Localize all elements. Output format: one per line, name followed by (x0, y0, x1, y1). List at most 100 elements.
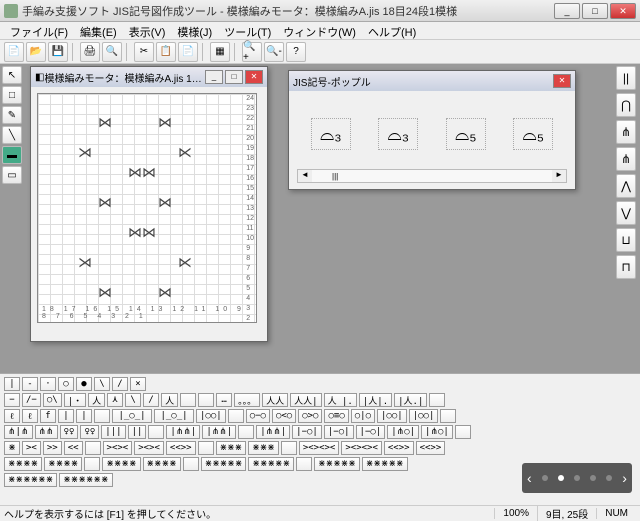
symbol-button[interactable]: 人 |. (324, 393, 357, 407)
sym-r3[interactable]: ⋔ (616, 120, 636, 144)
symbol-button[interactable]: |⋔⋔| (166, 425, 200, 439)
symbol-button[interactable]: \ (94, 377, 110, 391)
symbol-button[interactable]: f (40, 409, 56, 423)
save-button[interactable]: 💾 (48, 42, 68, 62)
copy-button[interactable]: 📋 (156, 42, 176, 62)
menu-表示(V)[interactable]: 表示(V) (123, 22, 172, 39)
symbol-button[interactable]: |○○| (409, 409, 439, 423)
page-dot[interactable] (590, 475, 596, 481)
symbol-button[interactable]: ○≡○ (324, 409, 348, 423)
symbol-button[interactable]: ○\ (43, 393, 62, 407)
symbol-button[interactable]: |人.| (394, 393, 427, 407)
symbol-button[interactable] (281, 441, 297, 455)
scroll-right-icon[interactable]: ► (552, 170, 566, 182)
page-dot[interactable] (606, 475, 612, 481)
symbol-button[interactable]: ⋇⋇⋇ (248, 441, 279, 455)
symbol-button[interactable]: << (64, 441, 83, 455)
minimize-button[interactable]: _ (554, 3, 580, 19)
sym-r7[interactable]: ⊔ (616, 228, 636, 252)
symbol-button[interactable]: |○○| (196, 409, 226, 423)
fill-tool[interactable]: ▬ (2, 146, 22, 164)
close-button[interactable]: ✕ (610, 3, 636, 19)
pattern-grid[interactable]: ⋈ ⋈ ⋊ ⋉ ⋈⋈ ⋈ ⋈ ⋈⋈ ⋊ ⋉ ⋈ ⋈ 24 23 22 21 20… (37, 93, 257, 323)
symbol-button[interactable]: |−○| (324, 425, 354, 439)
symbol-button[interactable]: 人 (88, 393, 105, 407)
symbol-button[interactable]: ||| (101, 425, 125, 439)
symbol-button[interactable]: >> (43, 441, 62, 455)
symbol-button[interactable]: ⋇⋇⋇ (216, 441, 247, 455)
symbol-button[interactable]: >< (22, 441, 41, 455)
erase-tool[interactable]: ▭ (2, 166, 22, 184)
symbol-button[interactable]: |_○_| (112, 409, 152, 423)
page-dot[interactable] (558, 475, 564, 481)
symbol-button[interactable]: |○○| (377, 409, 407, 423)
symbol-button[interactable]: − (4, 393, 20, 407)
editor-min-button[interactable]: _ (205, 70, 223, 84)
symbol-button[interactable]: ○−○ (246, 409, 270, 423)
symbol-button[interactable]: ⋔⋔ (35, 425, 58, 439)
paste-button[interactable]: 📄 (178, 42, 198, 62)
symbol-button[interactable] (440, 409, 456, 423)
symbol-button[interactable]: ⋇⋇⋇⋇ (44, 457, 82, 471)
symbol-button[interactable]: <<>> (384, 441, 414, 455)
select-tool[interactable]: □ (2, 86, 22, 104)
symbol-button[interactable] (180, 393, 196, 407)
symbol-button[interactable] (183, 457, 199, 471)
symbol-button[interactable]: ⋇⋇⋇⋇⋇ (248, 457, 294, 471)
symbol-button[interactable]: ><>< (134, 441, 164, 455)
popup-symbol-2[interactable]: ⌓₃ (378, 118, 418, 150)
menu-ファイル(F)[interactable]: ファイル(F) (4, 22, 74, 39)
symbol-button[interactable]: ⋔|⋔ (4, 425, 33, 439)
symbol-button[interactable] (455, 425, 471, 439)
print-button[interactable]: 🖨 (80, 42, 100, 62)
symbol-button[interactable]: |・ (64, 393, 86, 407)
symbol-button[interactable]: ⋇⋇⋇⋇⋇ (362, 457, 408, 471)
symbol-button[interactable]: / (112, 377, 128, 391)
symbol-button[interactable] (85, 441, 101, 455)
symbol-button[interactable] (94, 409, 110, 423)
symbol-button[interactable]: ><>< (103, 441, 133, 455)
symbol-button[interactable]: 人 (161, 393, 178, 407)
symbol-button[interactable]: ⋏ (107, 393, 123, 407)
editor-close-button[interactable]: ✕ (245, 70, 263, 84)
symbol-button[interactable]: ℓ (22, 409, 38, 423)
maximize-button[interactable]: □ (582, 3, 608, 19)
open-button[interactable]: 📂 (26, 42, 46, 62)
symbol-button[interactable]: ○|○ (351, 409, 375, 423)
symbol-button[interactable]: ⋇⋇⋇⋇⋇ (201, 457, 247, 471)
pointer-tool[interactable]: ↖ (2, 66, 22, 84)
preview-button[interactable]: 🔍 (102, 42, 122, 62)
symbol-button[interactable]: | (4, 377, 20, 391)
menu-ツール(T)[interactable]: ツール(T) (218, 22, 277, 39)
symbol-button[interactable]: ○ (58, 377, 74, 391)
grid-button[interactable]: ▦ (210, 42, 230, 62)
symbol-button[interactable]: | (58, 409, 74, 423)
symbol-button[interactable]: |⋔○| (421, 425, 453, 439)
symbol-button[interactable]: |人|. (359, 393, 392, 407)
symbol-button[interactable] (238, 425, 254, 439)
symbol-button[interactable]: |⋔⋔| (256, 425, 290, 439)
pattern-editor-window[interactable]: ◧ 模様編みモータ：模様編みA.jis 18目... _ □ ✕ ⋈ ⋈ ⋊ ⋉… (30, 66, 268, 342)
scroll-left-icon[interactable]: ◄ (298, 170, 312, 182)
popup-symbol-1[interactable]: ⌓₃ (311, 118, 351, 150)
symbol-button[interactable]: × (130, 377, 146, 391)
symbol-button[interactable]: |−○| (292, 425, 322, 439)
new-button[interactable]: 📄 (4, 42, 24, 62)
jis-symbol-popup[interactable]: JIS記号-ポップル ✕ ⌓₃ ⌓₃ ⌓₅ ⌓₅ ◄ ||| ► (288, 70, 576, 190)
symbol-button[interactable]: |⋔○| (387, 425, 419, 439)
symbol-button[interactable] (429, 393, 445, 407)
symbol-button[interactable]: … (216, 393, 232, 407)
symbol-button[interactable] (198, 393, 214, 407)
page-dot[interactable] (542, 475, 548, 481)
symbol-button[interactable]: ⋇⋇⋇⋇ (4, 457, 42, 471)
menu-ウィンドウ(W)[interactable]: ウィンドウ(W) (277, 22, 362, 39)
popup-symbol-3[interactable]: ⌓₅ (446, 118, 486, 150)
symbol-button[interactable]: 人人| (290, 393, 321, 407)
symbol-button[interactable]: ● (76, 377, 92, 391)
symbol-button[interactable]: ○<○ (272, 409, 296, 423)
symbol-button[interactable]: ♀♀ (60, 425, 79, 439)
symbol-button[interactable]: /− (22, 393, 41, 407)
editor-max-button[interactable]: □ (225, 70, 243, 84)
symbol-button[interactable]: \ (125, 393, 141, 407)
carousel-overlay[interactable]: ‹ › (522, 463, 632, 493)
